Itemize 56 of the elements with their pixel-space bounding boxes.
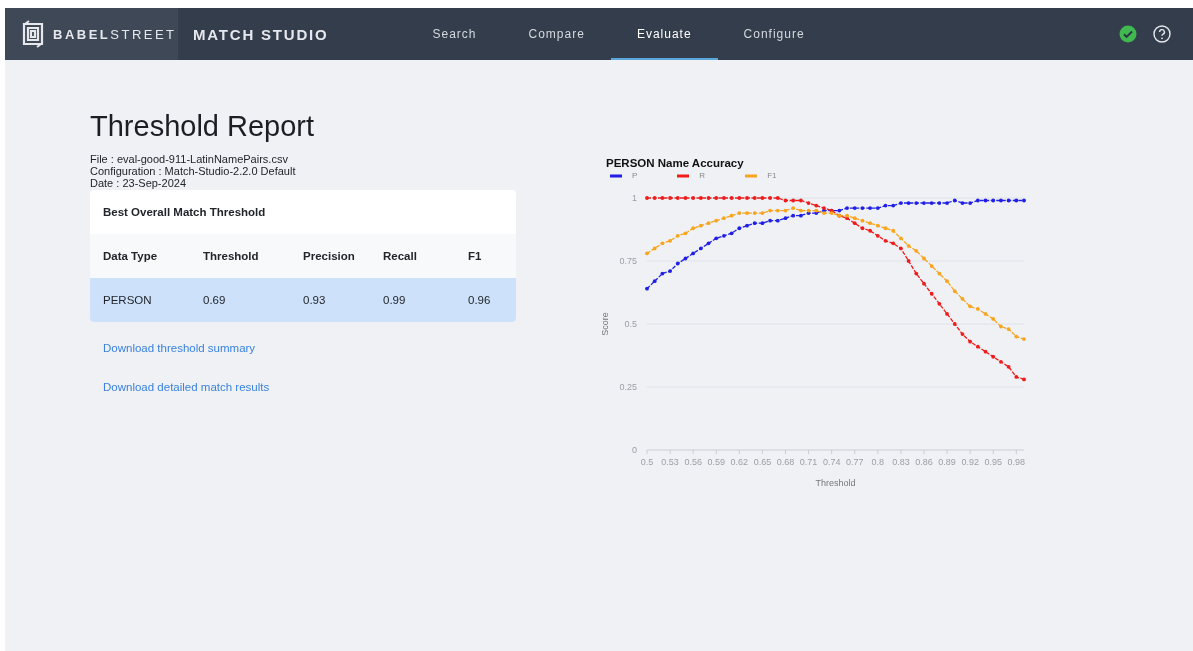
x-tick-label: 0.83 (892, 457, 910, 467)
column-header: F1 (468, 250, 483, 262)
y-tick-label: 0.25 (619, 382, 637, 392)
column-header: Recall (383, 250, 418, 262)
x-tick-label: 0.89 (938, 457, 956, 467)
logo-text: BABEL STREET (53, 26, 177, 42)
download-link[interactable]: Download detailed match results (103, 381, 270, 393)
card-title: Best Overall Match Threshold (102, 205, 267, 220)
x-tick-label: 0.59 (707, 457, 725, 467)
report-meta: Configuration : Match-Studio-2.2.0 Default (90, 165, 297, 177)
report-meta: File : eval-good-911-LatinNamePairs.csv (90, 153, 289, 165)
y-tick-label: 0.75 (619, 256, 637, 266)
table-cell-text: PERSON (103, 294, 153, 306)
download-link[interactable]: Download threshold summary (103, 342, 256, 354)
x-tick-label: 0.53 (661, 457, 679, 467)
table-cell-text: 0.96 (468, 294, 492, 306)
nav-tab[interactable]: Compare (502, 8, 611, 60)
legend-label: P (632, 171, 638, 180)
nav-tab[interactable]: Configure (717, 8, 831, 60)
table-cell-text: 0.99 (383, 294, 407, 306)
x-axis-label: Threshold (815, 478, 856, 488)
help-icon[interactable] (1153, 25, 1171, 43)
x-tick-label: 0.68 (776, 457, 795, 467)
page-title: Threshold Report (90, 110, 316, 143)
table-row[interactable]: PERSON 0.69 0.93 0.99 0.96 (90, 278, 516, 322)
y-tick-label: 0.5 (624, 319, 637, 329)
x-tick-label: 0.65 (753, 457, 772, 467)
legend-swatch (677, 173, 690, 178)
x-tick-label: 0.71 (799, 457, 818, 467)
table-cell-text: 0.93 (303, 294, 327, 306)
report-meta: Date : 23-Sep-2024 (90, 177, 187, 189)
x-tick-label: 0.98 (1007, 457, 1026, 467)
x-tick-label: 0.62 (730, 457, 749, 467)
y-axis-label: Score (600, 312, 610, 336)
logo-icon (21, 20, 45, 48)
legend-swatch (610, 173, 622, 178)
column-header: Data Type (103, 250, 159, 262)
x-tick-label: 0.95 (984, 457, 1002, 467)
x-tick-label: 0.56 (684, 457, 702, 467)
x-tick-label: 0.5 (640, 457, 654, 467)
legend-label: R (699, 171, 706, 180)
x-tick-label: 0.77 (845, 457, 864, 467)
legend-swatch (745, 173, 758, 178)
legend-label: F1 (767, 171, 777, 180)
x-tick-label: 0.92 (961, 457, 979, 467)
x-tick-label: 0.74 (822, 457, 841, 467)
nav-tab[interactable]: Search (406, 8, 503, 60)
chart-title: PERSON Name Accuracy (606, 157, 745, 169)
table-cell-text: 0.69 (203, 294, 227, 306)
y-tick-label: 1 (632, 193, 637, 203)
column-header: Threshold (203, 250, 260, 262)
y-tick-label: 0 (632, 445, 637, 455)
x-tick-label: 0.8 (871, 457, 885, 467)
product-title: MATCH STUDIO (193, 25, 329, 43)
x-tick-label: 0.86 (915, 457, 933, 467)
column-header: Precision (303, 250, 356, 262)
